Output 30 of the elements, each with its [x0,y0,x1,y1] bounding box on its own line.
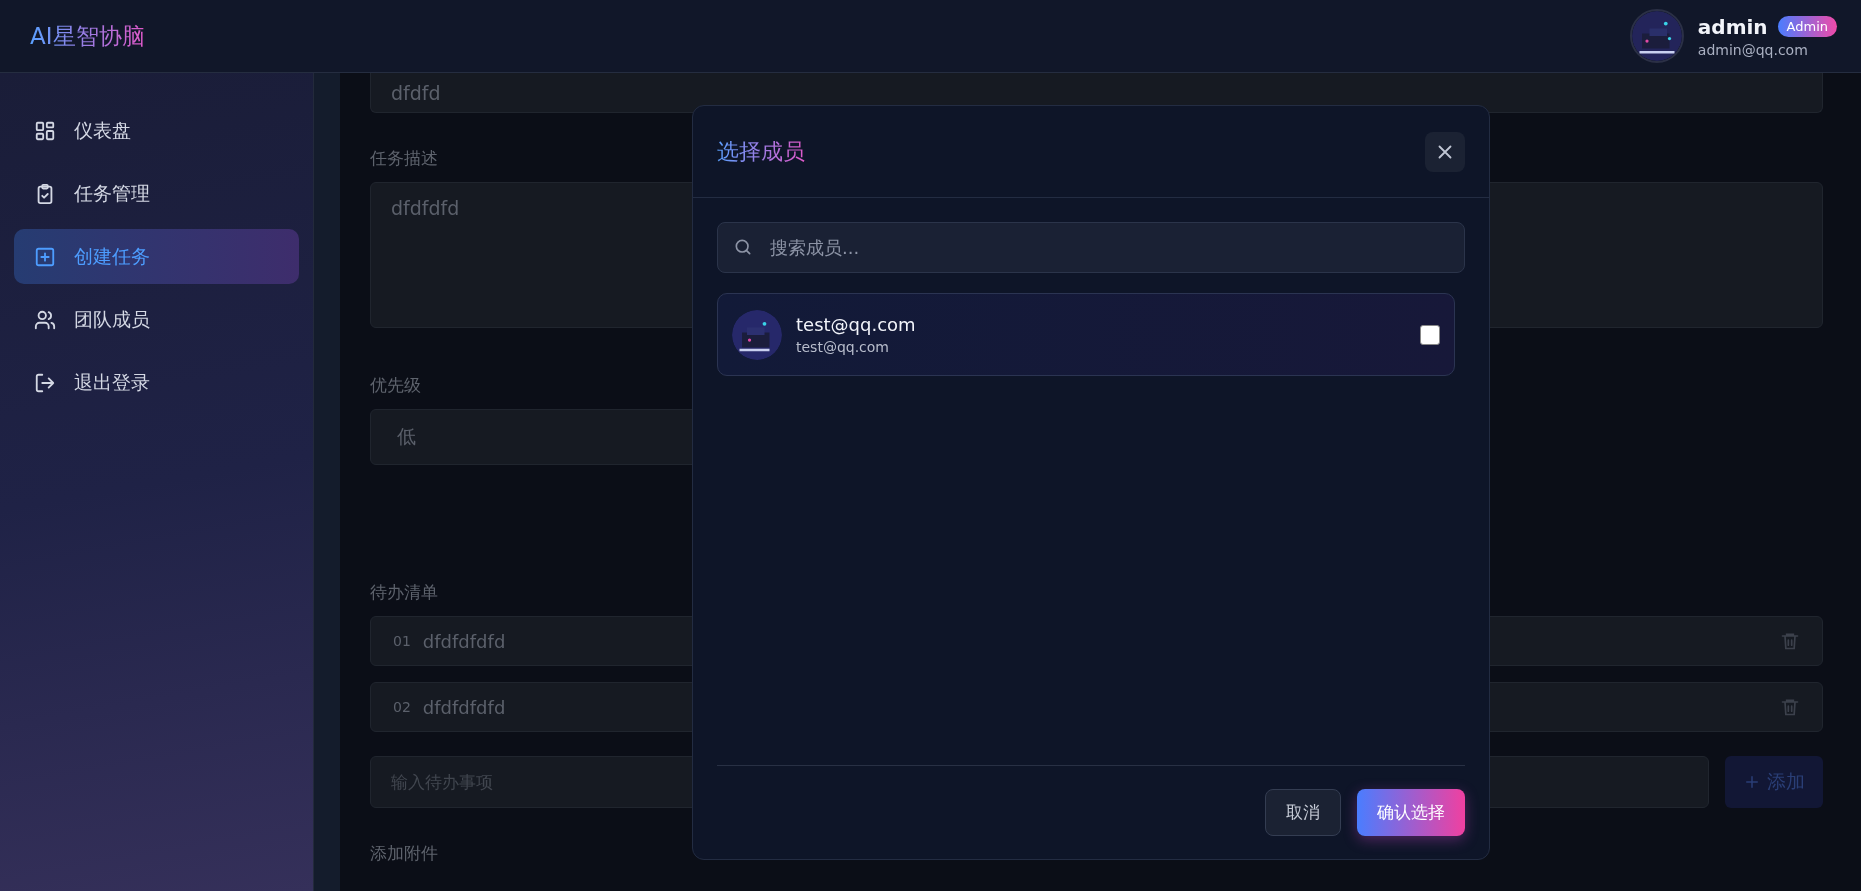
todo-text: dfdfdfdfd [422,696,507,718]
sidebar-item[interactable]: 创建任务 [14,229,299,284]
field-label: 添加附件 [370,842,438,865]
confirm-button[interactable]: 确认选择 [1357,789,1465,836]
member-name: test@qq.com [796,314,917,335]
field-label: 优先级 [370,374,421,397]
plus-icon [34,245,56,268]
search-icon [733,237,753,257]
field-label: 任务描述 [370,147,438,170]
sidebar-item[interactable]: 仪表盘 [14,103,299,158]
logout-icon [34,371,56,394]
users-icon [34,308,56,331]
checkbox[interactable] [1420,324,1440,345]
cancel-button[interactable]: 取消 [1265,789,1341,836]
close-button[interactable] [1425,131,1465,172]
member-row[interactable]: test@qq.com test@qq.com [717,293,1455,376]
todo-index: 02 [393,699,411,715]
plus-icon [1743,773,1761,791]
sidebar-item[interactable]: 任务管理 [14,166,299,221]
role-badge: Admin [1777,16,1837,37]
sidebar-item[interactable]: 团队成员 [14,292,299,347]
sidebar-item[interactable]: 退出登录 [14,355,299,410]
user-email: admin@qq.com [1697,41,1809,58]
search-field[interactable]: 搜索成员... [717,222,1465,273]
grid-icon [34,119,56,142]
todo-text: dfdfdfdfd [422,630,507,652]
field-label: 待办清单 [370,581,438,604]
member-email: test@qq.com [796,339,890,355]
user-name: admin [1697,14,1768,39]
todo-index: 01 [393,633,411,649]
